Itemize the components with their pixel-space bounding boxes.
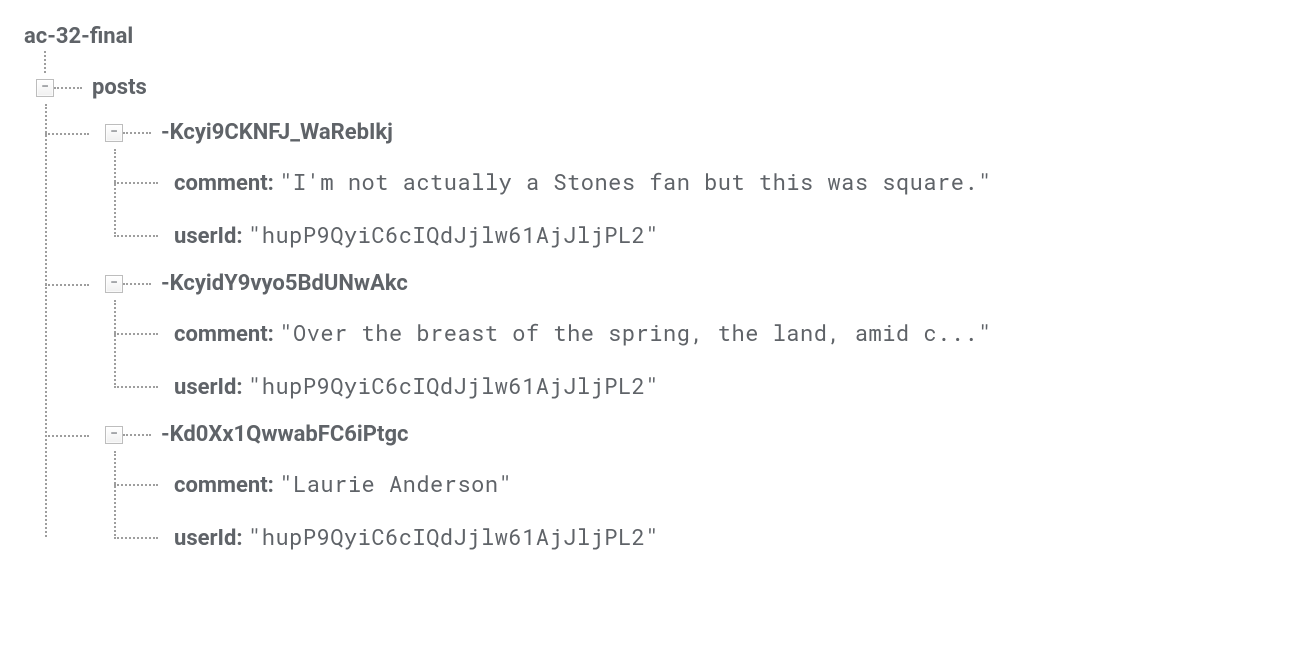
tree-node-posts[interactable]: posts xyxy=(36,65,1284,110)
tree-leaf-comment[interactable]: comment: "Over the breast of the spring,… xyxy=(174,306,1284,359)
tree-connector-icon xyxy=(123,132,151,134)
collapse-icon[interactable] xyxy=(105,124,123,142)
tree-node-id: -KcyidY9vyo5BdUNwAkc xyxy=(161,271,408,296)
tree-node-post[interactable]: -Kcyi9CKNFJ_WaRebIkj xyxy=(105,110,1284,155)
leaf-key: comment: xyxy=(174,473,274,498)
collapse-icon[interactable] xyxy=(36,79,54,97)
collapse-icon[interactable] xyxy=(105,275,123,293)
tree-node-id: -Kd0Xx1QwwabFC6iPtgc xyxy=(161,422,409,447)
tree-leaf-userid[interactable]: userId: "hupP9QyiC6cIQdJjlw61AjJljPL2" xyxy=(174,208,1284,261)
tree-node-post[interactable]: -Kd0Xx1QwwabFC6iPtgc xyxy=(105,412,1284,457)
tree-leaf-comment[interactable]: comment: "I'm not actually a Stones fan … xyxy=(174,155,1284,208)
leaf-key: userId: xyxy=(174,224,243,249)
leaf-key: comment: xyxy=(174,322,274,347)
tree-root-label: ac-32-final xyxy=(24,24,1284,49)
leaf-value: "Over the breast of the spring, the land… xyxy=(279,318,992,347)
leaf-value: "hupP9QyiC6cIQdJjlw61AjJljPL2" xyxy=(248,371,659,400)
leaf-value: "hupP9QyiC6cIQdJjlw61AjJljPL2" xyxy=(248,522,659,551)
leaf-key: comment: xyxy=(174,171,274,196)
tree-node-post[interactable]: -KcyidY9vyo5BdUNwAkc xyxy=(105,261,1284,306)
leaf-value: "Laurie Anderson" xyxy=(279,469,512,498)
leaf-key: userId: xyxy=(174,375,243,400)
tree-children-post: comment: "Over the breast of the spring,… xyxy=(114,306,1284,412)
tree-node-id: -Kcyi9CKNFJ_WaRebIkj xyxy=(161,120,393,145)
leaf-key: userId: xyxy=(174,526,243,551)
collapse-icon[interactable] xyxy=(105,426,123,444)
tree-leaf-userid[interactable]: userId: "hupP9QyiC6cIQdJjlw61AjJljPL2" xyxy=(174,510,1284,563)
tree-connector-icon xyxy=(123,434,151,436)
tree-children-posts: -Kcyi9CKNFJ_WaRebIkj comment: "I'm not a… xyxy=(45,110,1284,563)
tree-root-children: posts -Kcyi9CKNFJ_WaRebIkj comment: "I'm… xyxy=(36,65,1284,563)
tree-children-post: comment: "Laurie Anderson" userId: "hupP… xyxy=(114,457,1284,563)
tree-leaf-userid[interactable]: userId: "hupP9QyiC6cIQdJjlw61AjJljPL2" xyxy=(174,359,1284,412)
tree-children-post: comment: "I'm not actually a Stones fan … xyxy=(114,155,1284,261)
tree-connector-icon xyxy=(123,283,151,285)
leaf-value: "I'm not actually a Stones fan but this … xyxy=(279,167,992,196)
tree-leaf-comment[interactable]: comment: "Laurie Anderson" xyxy=(174,457,1284,510)
tree-connector-icon xyxy=(54,87,82,89)
leaf-value: "hupP9QyiC6cIQdJjlw61AjJljPL2" xyxy=(248,220,659,249)
tree-node-label: posts xyxy=(92,75,147,100)
